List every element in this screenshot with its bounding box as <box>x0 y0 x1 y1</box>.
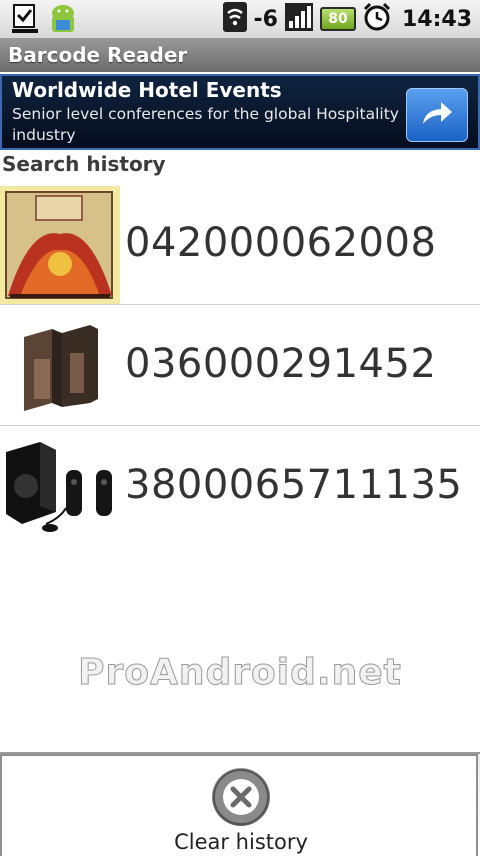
history-item[interactable]: 036000291452 <box>0 305 480 426</box>
watermark: ProAndroid.net <box>78 652 402 694</box>
clear-history-label: Clear history <box>174 830 308 854</box>
options-menu: Clear history <box>0 752 480 856</box>
download-done-icon <box>10 3 40 39</box>
speakers-thumbnail <box>0 428 120 546</box>
history-item[interactable]: 3800065711135 <box>0 426 480 547</box>
wifi-icon <box>222 1 248 37</box>
ad-body: Senior level conferences for the global … <box>12 105 399 144</box>
ad-title: Worldwide Hotel Events <box>12 78 282 102</box>
ad-open-button[interactable] <box>406 88 468 142</box>
alarm-clock-icon <box>362 2 392 36</box>
clock-time: 14:43 <box>401 6 472 32</box>
barcode-value: 036000291452 <box>125 341 437 387</box>
clear-history-button[interactable]: Clear history <box>0 754 478 856</box>
ad-banner[interactable]: Worldwide Hotel Events Senior level conf… <box>0 74 480 150</box>
signal-strength-text: -6 <box>253 6 278 32</box>
close-circle-icon <box>212 768 270 826</box>
album-cover-thumbnail <box>0 186 120 304</box>
history-item[interactable]: 042000062008 <box>0 184 480 305</box>
android-app-icon <box>46 2 80 40</box>
history-list: 042000062008 036000291452 3800065711135 <box>0 184 480 547</box>
barcode-value: 3800065711135 <box>125 462 463 508</box>
share-arrow-icon <box>419 98 455 132</box>
battery-icon: 80 <box>319 7 356 31</box>
battery-level: 80 <box>328 11 348 27</box>
status-bar: -6 80 14:43 <box>0 0 480 39</box>
signal-bars-icon <box>284 2 314 36</box>
app-title: Barcode Reader <box>0 38 480 72</box>
barcode-value: 042000062008 <box>125 220 437 266</box>
product-thumbnail <box>0 307 120 425</box>
search-history-header: Search history <box>2 152 166 176</box>
